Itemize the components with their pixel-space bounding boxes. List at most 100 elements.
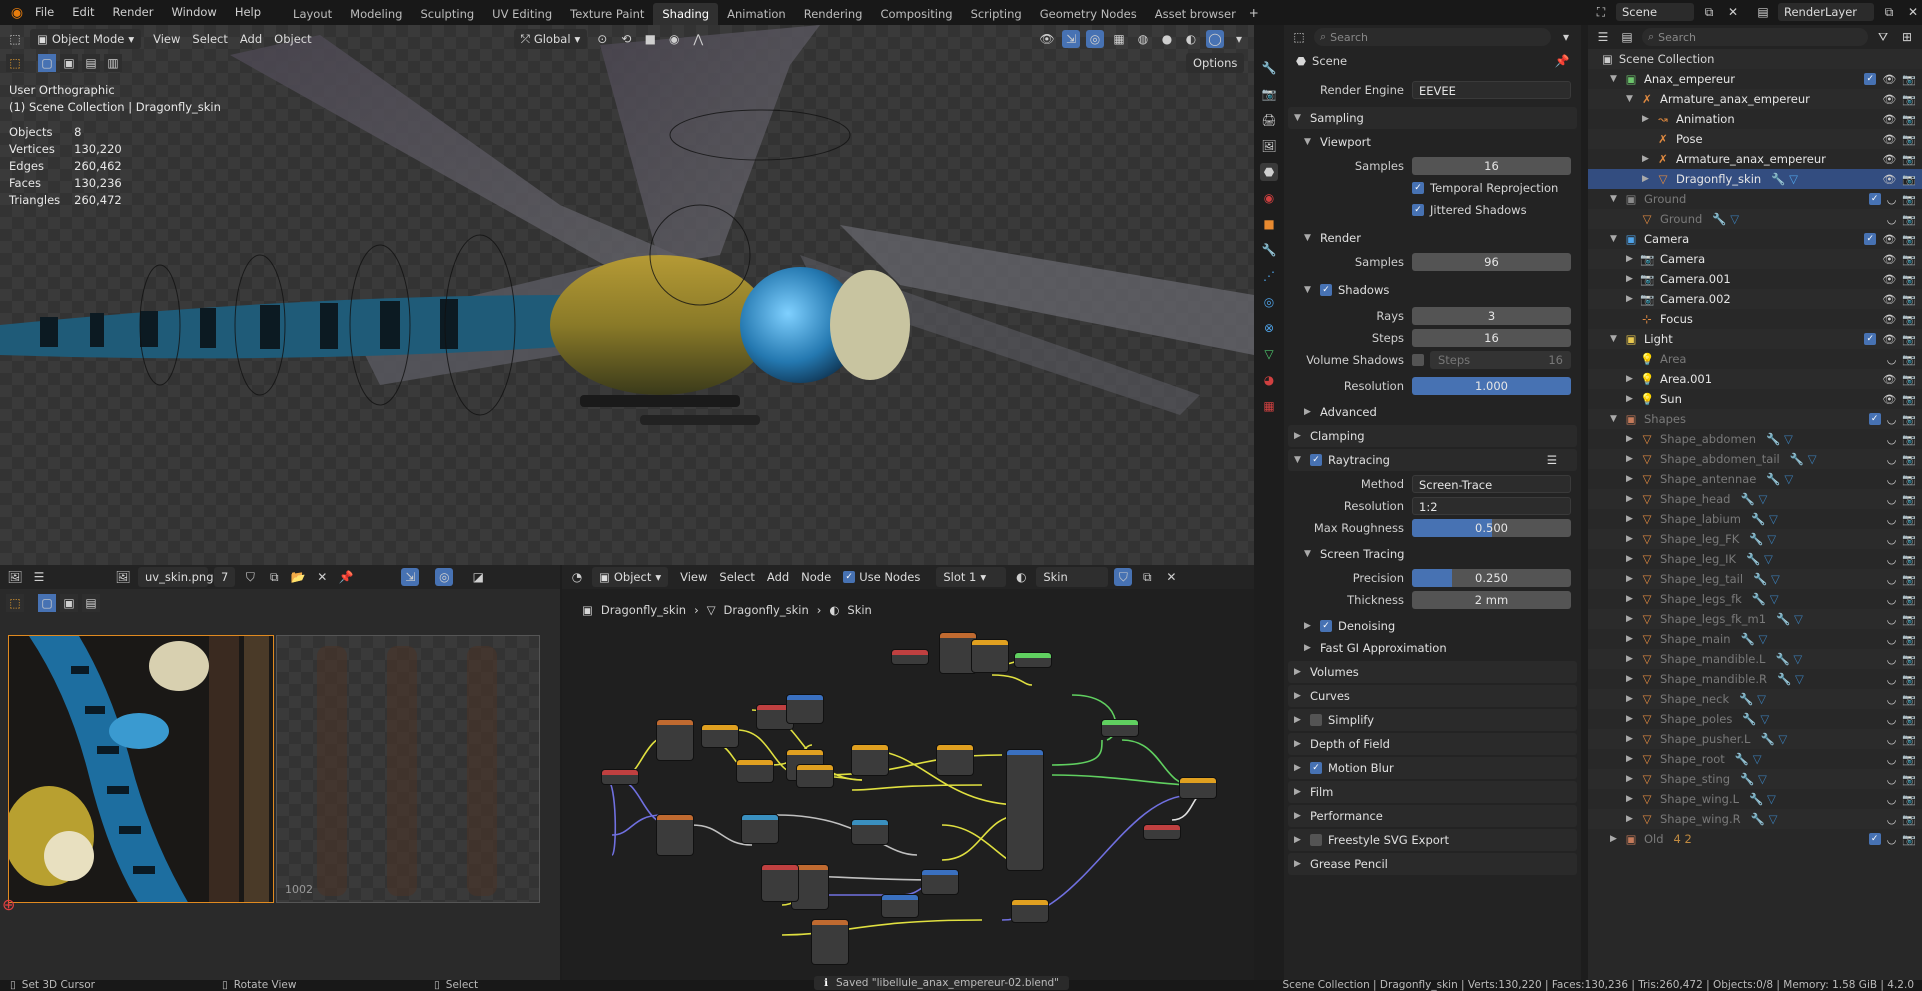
render-visibility-icon[interactable]: 📷 <box>1902 493 1916 506</box>
shader-node[interactable] <box>1007 750 1043 870</box>
render-visibility-icon[interactable]: 📷 <box>1902 93 1916 106</box>
delete-scene-icon[interactable]: ✕ <box>1724 3 1742 21</box>
texture-tab-icon[interactable]: ▦ <box>1260 397 1278 415</box>
render-visibility-icon[interactable]: 📷 <box>1902 73 1916 86</box>
viewport-menu-add[interactable]: Add <box>234 32 268 46</box>
collapse-arrow-icon[interactable]: ▶ <box>1642 154 1656 164</box>
3d-viewport[interactable]: ⬚ ▣ Object Mode ▾ View Select Add Object ⤱ Gl… <box>0 25 1254 565</box>
gizmo-icon[interactable]: ⇲ <box>1062 30 1080 48</box>
render-visibility-icon[interactable]: 📷 <box>1902 673 1916 686</box>
outliner-row[interactable]: ▶ ▽ Shape_mandible.L 🔧 ▽ ◡ 📷 <box>1588 649 1922 669</box>
physics-tab-icon[interactable]: ◎ <box>1260 293 1278 311</box>
shader-node[interactable] <box>882 895 918 917</box>
modifier-tab-icon[interactable]: 🔧 <box>1260 241 1278 259</box>
shader-node-editor[interactable]: ◔ ▣ Object ▾ View Select Add Node ✓ Use Nodes… <box>562 565 1254 980</box>
eye-icon[interactable]: 👁 <box>1882 373 1896 386</box>
viewport-menu-object[interactable]: Object <box>268 32 317 46</box>
menu-file[interactable]: File <box>26 0 63 25</box>
temporal-reprojection-checkbox[interactable]: ✓ <box>1412 182 1424 194</box>
collapse-arrow-icon[interactable]: ▶ <box>1626 814 1640 824</box>
rays-field[interactable]: 3 <box>1412 307 1571 325</box>
shader-node[interactable] <box>1012 900 1048 922</box>
collapse-arrow-icon[interactable]: ▶ <box>1626 474 1640 484</box>
expand-arrow-icon[interactable]: ▼ <box>1610 74 1624 84</box>
snap-target-icon[interactable]: ■ <box>641 30 659 48</box>
collapse-arrow-icon[interactable]: ▶ <box>1610 834 1624 844</box>
shader-node[interactable] <box>737 760 773 782</box>
pin-icon[interactable]: 📌 <box>337 568 355 586</box>
outliner-search[interactable]: ⌕ Search <box>1642 28 1868 46</box>
screen-tracing-subpanel[interactable]: ▼ Screen Tracing <box>1284 543 1581 565</box>
material-tab-icon[interactable]: ◕ <box>1260 371 1278 389</box>
outliner-row[interactable]: ▶ ▽ Shape_legs_fk_m1 🔧 ▽ ◡ 📷 <box>1588 609 1922 629</box>
outliner-row[interactable]: ▶ ▽ Shape_main 🔧 ▽ ◡ 📷 <box>1588 629 1922 649</box>
render-visibility-icon[interactable]: 📷 <box>1902 333 1916 346</box>
collapse-arrow-icon[interactable]: ▶ <box>1626 774 1640 784</box>
outliner-row[interactable]: ▶ ▽ Shape_legs_fk 🔧 ▽ ◡ 📷 <box>1588 589 1922 609</box>
image-browse-icon[interactable]: 🖼 <box>114 568 132 586</box>
outliner-row[interactable]: ▶ ▽ Shape_abdomen 🔧 ▽ ◡ 📷 <box>1588 429 1922 449</box>
output-tab-icon[interactable]: 🖨 <box>1260 111 1278 129</box>
workspace-tab-sculpting[interactable]: Sculpting <box>411 3 483 25</box>
expand-arrow-icon[interactable]: ▼ <box>1610 234 1624 244</box>
eye-closed-icon[interactable]: ◡ <box>1887 793 1897 806</box>
advanced-subpanel[interactable]: ▶ Advanced <box>1284 401 1581 423</box>
image-name-field[interactable]: uv_skin.png <box>138 567 214 587</box>
workspace-tab-shading[interactable]: Shading <box>653 3 719 25</box>
eye-closed-icon[interactable]: ◡ <box>1887 193 1897 206</box>
collapse-arrow-icon[interactable]: ▶ <box>1626 754 1640 764</box>
select-extend-icon[interactable]: ▣ <box>60 594 78 612</box>
eye-closed-icon[interactable]: ◡ <box>1887 693 1897 706</box>
raytracing-checkbox[interactable]: ✓ <box>1310 454 1322 466</box>
shader-node[interactable] <box>787 695 823 723</box>
panel-motion-blur[interactable]: ▶ ✓ Motion Blur <box>1288 757 1577 779</box>
collapse-arrow-icon[interactable]: ▶ <box>1626 654 1640 664</box>
eye-closed-icon[interactable]: ◡ <box>1887 213 1897 226</box>
eye-icon[interactable]: 👁 <box>1882 293 1896 306</box>
exclude-checkbox[interactable]: ✓ <box>1864 233 1877 245</box>
panel-depth-of-field[interactable]: ▶ Depth of Field <box>1288 733 1577 755</box>
shader-node[interactable] <box>892 650 928 664</box>
workspace-tab-animation[interactable]: Animation <box>718 3 795 25</box>
eye-closed-icon[interactable]: ◡ <box>1887 813 1897 826</box>
collapse-arrow-icon[interactable]: ▶ <box>1626 534 1640 544</box>
shader-node[interactable] <box>940 633 976 673</box>
collapse-arrow-icon[interactable]: ▶ <box>1626 614 1640 624</box>
eye-closed-icon[interactable]: ◡ <box>1887 573 1897 586</box>
shader-node[interactable] <box>812 920 848 964</box>
outliner-row[interactable]: ▼ ▣ Light ✓ 👁 📷 <box>1588 329 1922 349</box>
object-mode-dropdown[interactable]: ▣ Object Mode ▾ <box>30 29 142 49</box>
eye-icon[interactable]: 👁 <box>1882 333 1896 346</box>
panel-simplify[interactable]: ▶ Simplify <box>1288 709 1577 731</box>
panel-freestyle-svg-export[interactable]: ▶ Freestyle SVG Export <box>1288 829 1577 851</box>
data-tab-icon[interactable]: ▽ <box>1260 345 1278 363</box>
max-roughness-slider[interactable]: 0.500 <box>1412 519 1571 537</box>
scene-icon[interactable]: ⛶ <box>1592 3 1610 21</box>
eye-closed-icon[interactable]: ◡ <box>1887 833 1897 846</box>
world-tab-icon[interactable]: ◉ <box>1260 189 1278 207</box>
render-visibility-icon[interactable]: 📷 <box>1902 573 1916 586</box>
outliner-row[interactable]: ▽ Ground 🔧 ▽ ◡ 📷 <box>1588 209 1922 229</box>
render-visibility-icon[interactable]: 📷 <box>1902 473 1916 486</box>
jittered-shadows-checkbox[interactable]: ✓ <box>1412 204 1424 216</box>
shader-node[interactable] <box>657 815 693 855</box>
add-workspace-icon[interactable]: + <box>1245 4 1263 22</box>
exclude-checkbox[interactable]: ✓ <box>1868 193 1881 205</box>
collapse-arrow-icon[interactable]: ▶ <box>1626 714 1640 724</box>
render-visibility-icon[interactable]: 📷 <box>1902 733 1916 746</box>
collapse-arrow-icon[interactable]: ▶ <box>1642 174 1656 184</box>
view-layer-selector[interactable]: RenderLayer <box>1778 3 1874 21</box>
display-channels-icon[interactable]: ◪ <box>469 568 487 586</box>
eye-icon[interactable]: 👁 <box>1882 393 1896 406</box>
render-visibility-icon[interactable]: 📷 <box>1902 773 1916 786</box>
rendered-shading-icon[interactable]: ◯ <box>1206 30 1224 48</box>
exclude-checkbox[interactable]: ✓ <box>1864 333 1877 345</box>
render-visibility-icon[interactable]: 📷 <box>1902 713 1916 726</box>
transform-orientation-dropdown[interactable]: ⤱ Global ▾ <box>513 29 588 49</box>
collapse-arrow-icon[interactable]: ▶ <box>1626 454 1640 464</box>
cursor-tool-icon[interactable]: ⬚ <box>6 54 24 72</box>
render-visibility-icon[interactable]: 📷 <box>1902 453 1916 466</box>
outliner-row[interactable]: ▼ ✗ Armature_anax_empereur 👁 📷 <box>1588 89 1922 109</box>
outliner-row[interactable]: ▶ 💡 Area.001 👁 📷 <box>1588 369 1922 389</box>
volume-steps-field[interactable]: Steps 16 <box>1430 351 1571 369</box>
